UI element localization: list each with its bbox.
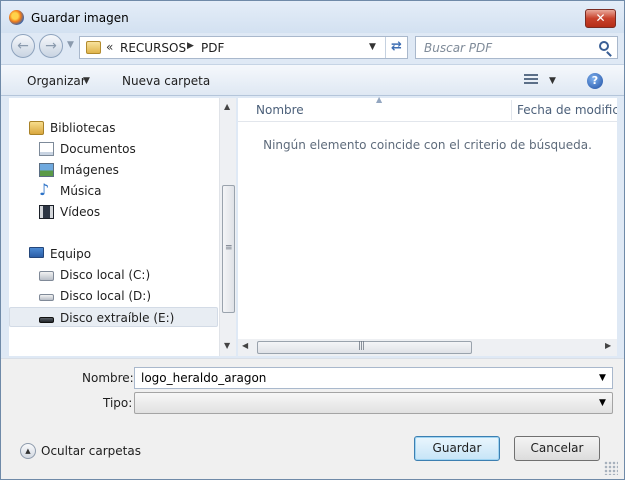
computer-icon — [29, 247, 44, 258]
nav-item-label: Equipo — [50, 247, 92, 261]
column-divider[interactable] — [511, 100, 512, 120]
file-type-label: Tipo: — [103, 396, 133, 410]
nav-item-label: Disco local (D:) — [60, 289, 152, 303]
new-folder-button[interactable]: Nueva carpeta — [122, 74, 210, 88]
refresh-button[interactable]: ⇄ — [385, 37, 407, 58]
save-image-dialog: Guardar imagen ✕ ← → ▼ « RECURSOS ▶ PDF … — [0, 0, 625, 480]
breadcrumb-pdf[interactable]: PDF — [201, 41, 224, 55]
grip-icon: ≡ — [225, 243, 233, 253]
forward-button[interactable]: → — [39, 34, 63, 58]
scroll-left-icon[interactable]: ◀ — [242, 341, 248, 350]
address-dropdown-icon[interactable]: ▼ — [369, 42, 376, 52]
nav-item-label: Disco local (C:) — [60, 268, 151, 282]
nav-item-label: Música — [60, 184, 102, 198]
save-options-panel: Nombre: ▼ Tipo: ▼ ▲ Ocultar carpetas Gua… — [1, 358, 624, 479]
library-icon — [29, 121, 44, 135]
file-list-horizontal-scrollbar[interactable]: ◀ ||| ▶ — [238, 339, 617, 356]
back-arrow-icon: ← — [17, 38, 29, 54]
pictures-icon — [39, 163, 54, 177]
search-placeholder: Buscar PDF — [424, 41, 493, 55]
nav-item-label: Vídeos — [60, 205, 101, 219]
view-options-icon[interactable] — [524, 74, 538, 86]
drive-d-icon — [39, 294, 54, 301]
refresh-icon: ⇄ — [391, 39, 402, 54]
address-bar[interactable]: « RECURSOS ▶ PDF ▼ ⇄ — [79, 36, 408, 59]
file-name-label: Nombre: — [82, 371, 134, 385]
nav-item-label: Bibliotecas — [50, 121, 116, 135]
collapse-up-icon: ▲ — [20, 443, 36, 459]
save-button[interactable]: Guardar — [414, 436, 500, 461]
file-type-select[interactable] — [134, 392, 613, 414]
nav-item-label: Imágenes — [60, 163, 119, 177]
view-dropdown-icon[interactable]: ▼ — [549, 76, 556, 86]
window-title: Guardar imagen — [31, 11, 129, 25]
file-name-input[interactable] — [134, 367, 613, 389]
search-box[interactable]: Buscar PDF — [415, 36, 618, 59]
drive-c-icon — [39, 271, 54, 281]
breadcrumb-overflow[interactable]: « — [106, 40, 113, 54]
grip-icon: ||| — [358, 341, 365, 351]
nav-item-label: Disco extraíble (E:) — [60, 311, 175, 325]
videos-icon — [39, 205, 54, 219]
column-header-date[interactable]: Fecha de modifica... — [517, 103, 617, 117]
documents-icon — [39, 142, 54, 156]
help-icon[interactable]: ? — [587, 73, 603, 89]
recent-locations-dropdown[interactable]: ▼ — [67, 40, 74, 50]
empty-message: Ningún elemento coincide con el criterio… — [263, 138, 592, 152]
search-icon[interactable] — [599, 41, 609, 51]
organize-button[interactable]: Organizar — [27, 74, 86, 88]
file-name-dropdown-icon[interactable]: ▼ — [599, 373, 606, 383]
column-header-row: Nombre ▲ Fecha de modifica... — [238, 95, 617, 122]
sort-ascending-icon: ▲ — [376, 95, 383, 104]
column-header-name[interactable]: Nombre — [256, 103, 304, 117]
organize-dropdown-icon[interactable]: ▼ — [83, 76, 90, 86]
hide-folders-label: Ocultar carpetas — [41, 444, 141, 458]
breadcrumb-recursos[interactable]: RECURSOS — [120, 41, 186, 55]
removable-drive-icon — [39, 317, 54, 323]
close-button[interactable]: ✕ — [585, 9, 616, 28]
firefox-icon — [9, 10, 24, 25]
breadcrumb-separator-icon[interactable]: ▶ — [187, 41, 194, 51]
nav-item-label: Documentos — [60, 142, 136, 156]
scroll-right-icon[interactable]: ▶ — [605, 341, 611, 350]
music-icon — [39, 180, 54, 200]
title-bar[interactable]: Guardar imagen ✕ — [1, 1, 624, 33]
scrollbar-thumb[interactable]: ≡ — [222, 185, 235, 313]
scroll-up-icon[interactable]: ▲ — [224, 102, 230, 111]
nav-item-removable-drive-e[interactable]: Disco extraíble (E:) — [9, 307, 218, 327]
navigation-scrollbar[interactable]: ▲ ≡ ▼ — [219, 98, 236, 356]
scrollbar-thumb[interactable]: ||| — [257, 341, 472, 354]
resize-grip[interactable] — [604, 461, 618, 475]
file-type-dropdown-icon[interactable]: ▼ — [599, 398, 606, 408]
folder-icon — [86, 41, 101, 54]
command-toolbar: Organizar ▼ Nueva carpeta ▼ ? — [1, 64, 624, 96]
scroll-down-icon[interactable]: ▼ — [224, 341, 230, 350]
cancel-button[interactable]: Cancelar — [514, 436, 600, 461]
back-button[interactable]: ← — [11, 34, 35, 58]
file-list[interactable]: Nombre ▲ Fecha de modifica... Ningún ele… — [238, 95, 617, 356]
forward-arrow-icon: → — [45, 38, 57, 54]
navigation-pane: Bibliotecas Documentos Imágenes Música V… — [9, 98, 236, 356]
